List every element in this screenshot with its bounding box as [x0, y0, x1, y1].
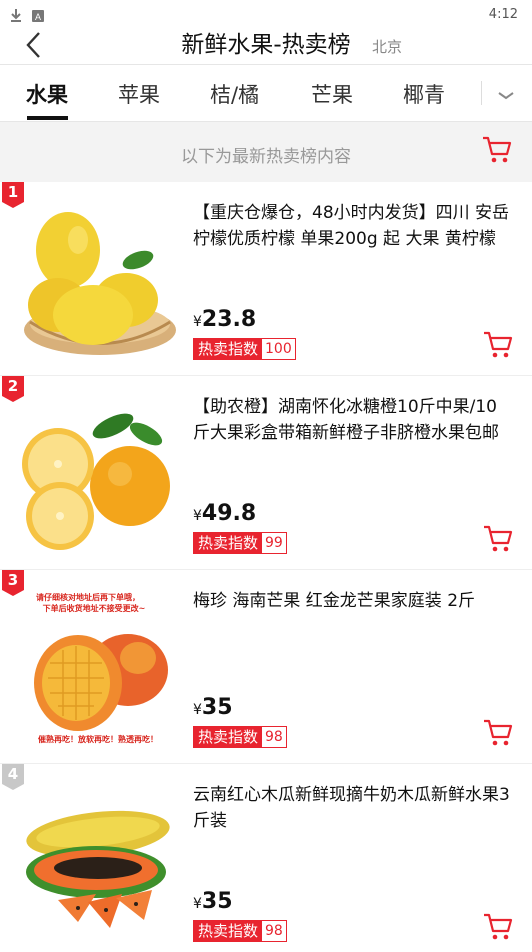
hot-index-label: 热卖指数 [194, 533, 263, 553]
chevron-down-icon [498, 92, 514, 100]
shopping-cart-icon [483, 136, 512, 163]
list-item[interactable]: 3 请仔细核对地址后再下单哦， 下单后收货地址不接受更改~ 催熟再吃！放软再吃！… [0, 570, 532, 764]
hot-index-value: 100 [262, 339, 295, 359]
price-value: 35 [201, 889, 233, 914]
hot-index-value: 98 [262, 921, 286, 941]
hot-index-badge: 热卖指数 99 [193, 532, 287, 554]
category-tabs: 水果 苹果 桔/橘 芒果 椰青 [0, 64, 532, 122]
rank-number: 4 [7, 765, 19, 783]
tab-tangerine[interactable]: 桔/橘 [210, 79, 259, 109]
shopping-cart-icon [484, 913, 513, 940]
tab-divider [481, 81, 482, 105]
hot-index-label: 热卖指数 [194, 727, 263, 747]
hot-index-badge: 热卖指数 100 [193, 338, 296, 360]
svg-text:请仔细核对地址后再下单哦，: 请仔细核对地址后再下单哦， [36, 592, 140, 602]
rank-number: 2 [7, 377, 19, 395]
shopping-cart-icon [484, 331, 513, 358]
product-title[interactable]: 梅珍 海南芒果 红金龙芒果家庭装 2斤 [193, 588, 513, 614]
orange-image[interactable] [18, 394, 178, 554]
tab-coconut[interactable]: 椰青 [403, 79, 445, 109]
add-to-cart-button[interactable] [481, 327, 515, 361]
list-item[interactable]: 2 【助农橙】湖南怀化冰糖橙10斤中果/10斤大果彩盒带箱新鲜橙子非脐橙水果包邮… [0, 376, 532, 570]
price-value: 49.8 [201, 501, 257, 526]
tab-apple[interactable]: 苹果 [118, 79, 160, 109]
banner-text: 以下为最新热卖榜内容 [181, 147, 351, 167]
product-title[interactable]: 【助农橙】湖南怀化冰糖橙10斤中果/10斤大果彩盒带箱新鲜橙子非脐橙水果包邮 [193, 394, 513, 446]
price: ¥23.8 [193, 307, 257, 332]
status-bar: A 4:12 [0, 0, 532, 30]
hot-index-label: 热卖指数 [194, 339, 263, 359]
mango-image[interactable]: 请仔细核对地址后再下单哦， 下单后收货地址不接受更改~ 催熟再吃！放软再吃！熟透… [18, 588, 178, 748]
hot-index-badge: 热卖指数 98 [193, 726, 287, 748]
hot-index-label: 热卖指数 [194, 921, 263, 941]
hot-index-value: 98 [262, 727, 286, 747]
download-icon [10, 7, 22, 26]
header: 新鲜水果-热卖榜 北京 [0, 28, 532, 64]
price-value: 23.8 [201, 307, 257, 332]
product-title[interactable]: 云南红心木瓜新鲜现摘牛奶木瓜新鲜水果3斤装 [193, 782, 513, 834]
hot-index-value: 99 [262, 533, 286, 553]
shopping-cart-icon [484, 525, 513, 552]
tabs-expand-button[interactable] [494, 85, 518, 105]
list-item[interactable]: 4 云南红心木瓜新鲜现摘牛奶木瓜新鲜水果3斤装 ¥35 热卖指数 98 [0, 764, 532, 952]
add-to-cart-button[interactable] [481, 715, 515, 749]
active-tab-indicator [27, 116, 68, 120]
list-item[interactable]: 1 【重庆仓爆仓，48小时内发货】四川 安岳 柠檬优质柠檬 单果200g 起 大… [0, 182, 532, 376]
lemon-basket-image[interactable] [18, 200, 178, 360]
notice-banner: 以下为最新热卖榜内容 [0, 122, 532, 182]
rank-number: 3 [7, 571, 19, 589]
price-value: 35 [201, 695, 233, 720]
page-title: 新鲜水果-热卖榜 [181, 32, 351, 58]
add-to-cart-button[interactable] [481, 521, 515, 555]
tab-mango[interactable]: 芒果 [311, 79, 353, 109]
add-to-cart-button[interactable] [481, 909, 515, 943]
price: ¥35 [193, 695, 233, 720]
city-label[interactable]: 北京 [372, 36, 402, 57]
price: ¥35 [193, 889, 233, 914]
cart-button[interactable] [480, 132, 514, 166]
notification-a-icon: A [32, 7, 44, 26]
status-time: 4:12 [488, 7, 518, 22]
price: ¥49.8 [193, 501, 257, 526]
shopping-cart-icon [484, 719, 513, 746]
product-title[interactable]: 【重庆仓爆仓，48小时内发货】四川 安岳 柠檬优质柠檬 单果200g 起 大果 … [193, 200, 513, 252]
tab-fruit[interactable]: 水果 [26, 79, 68, 109]
papaya-image[interactable] [18, 782, 178, 942]
rank-number: 1 [7, 183, 19, 201]
svg-text:下单后收货地址不接受更改~: 下单后收货地址不接受更改~ [43, 603, 146, 613]
svg-text:催熟再吃！放软再吃！熟透再吃！: 催熟再吃！放软再吃！熟透再吃！ [38, 734, 158, 744]
hot-index-badge: 热卖指数 98 [193, 920, 287, 942]
svg-text:A: A [35, 12, 41, 22]
